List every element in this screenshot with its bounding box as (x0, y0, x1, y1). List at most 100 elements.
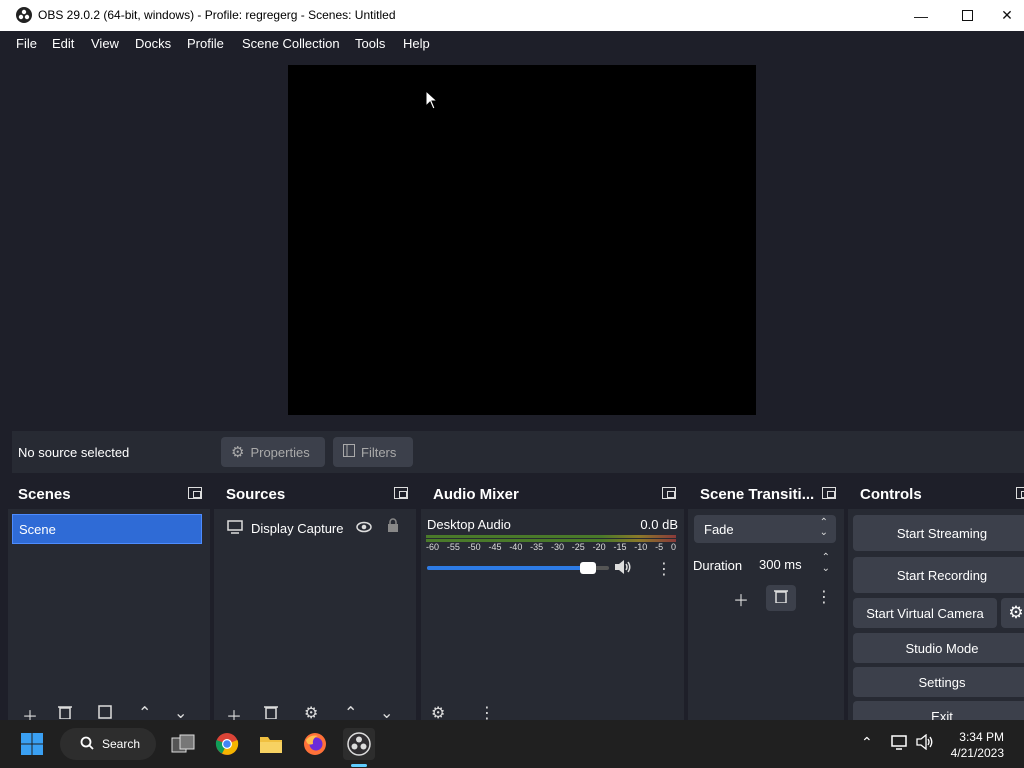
tick-label: -50 (467, 542, 481, 552)
minimize-icon[interactable]: — (898, 0, 944, 31)
obs-taskbar-icon[interactable] (343, 728, 375, 760)
properties-button[interactable]: ⚙ Properties (221, 437, 325, 467)
close-icon[interactable]: ✕ (990, 0, 1024, 31)
menu-profile[interactable]: Profile (187, 36, 224, 51)
window-title: OBS 29.0.2 (64-bit, windows) - Profile: … (38, 8, 396, 22)
duration-value: 300 ms (759, 557, 802, 572)
properties-label: Properties (250, 444, 310, 460)
volume-slider-handle[interactable] (580, 562, 596, 574)
monitor-icon (227, 520, 243, 539)
undock-icon[interactable] (1016, 487, 1024, 499)
undock-icon[interactable] (188, 487, 202, 499)
clock-date: 4/21/2023 (950, 746, 1004, 760)
menu-edit[interactable]: Edit (52, 36, 74, 51)
search-label: Search (102, 737, 141, 751)
tick-label: -25 (571, 542, 585, 552)
active-app-indicator (351, 764, 367, 767)
audio-mixer-header: Audio Mixer (421, 479, 684, 509)
undock-icon[interactable] (822, 487, 836, 499)
remove-transition-button[interactable] (766, 585, 796, 611)
volume-icon[interactable] (916, 733, 934, 755)
tick-label: -40 (509, 542, 523, 552)
chevron-up-icon[interactable]: ⌃ (861, 734, 873, 751)
duration-label: Duration (693, 558, 743, 573)
volume-slider-fill (427, 566, 584, 570)
add-icon[interactable]: ＋ (733, 587, 749, 611)
file-explorer-icon[interactable] (255, 728, 287, 760)
trash-icon (774, 589, 788, 608)
controls-title: Controls (860, 486, 922, 503)
undock-icon[interactable] (394, 487, 408, 499)
mouse-cursor-icon (425, 90, 439, 110)
maximize-icon[interactable] (944, 0, 990, 31)
taskbar-clock[interactable]: 3:34 PM 4/21/2023 (951, 729, 1004, 761)
tick-label: -20 (592, 542, 606, 552)
start-recording-button[interactable]: Start Recording (853, 557, 1024, 593)
menu-docks[interactable]: Docks (135, 36, 171, 51)
spinbox-arrows-icon[interactable]: ⌃ ⌄ (822, 552, 830, 574)
preview-canvas[interactable] (288, 65, 756, 415)
filters-button[interactable]: Filters (333, 437, 413, 467)
sources-dock-header: Sources (214, 479, 416, 509)
taskbar-search[interactable]: Search (60, 728, 156, 760)
firefox-icon[interactable] (299, 728, 331, 760)
menu-tools[interactable]: Tools (355, 36, 385, 51)
scene-item-label: Scene (19, 522, 56, 537)
menu-view[interactable]: View (91, 36, 119, 51)
undock-icon[interactable] (662, 487, 676, 499)
context-bar: No source selected ⚙ Properties Filters (12, 431, 1024, 473)
volume-slider-track[interactable] (427, 562, 609, 574)
tick-label: -60 (426, 542, 440, 552)
tick-label: -35 (530, 542, 544, 552)
eye-icon[interactable] (356, 520, 372, 538)
studio-mode-button[interactable]: Studio Mode (853, 633, 1024, 663)
more-options-icon[interactable]: ⋮ (816, 587, 832, 607)
gear-icon: ⚙ (1008, 603, 1024, 622)
virtual-camera-settings-button[interactable]: ⚙ (1001, 598, 1024, 628)
start-virtual-camera-label: Start Virtual Camera (866, 605, 984, 621)
menu-help[interactable]: Help (403, 36, 430, 51)
start-streaming-button[interactable]: Start Streaming (853, 515, 1024, 551)
sources-title: Sources (226, 486, 286, 503)
obs-logo-icon (16, 7, 32, 23)
desktop-audio-label: Desktop Audio (427, 517, 511, 532)
controls-header: Controls (848, 479, 1024, 509)
tick-label: -30 (550, 542, 564, 552)
lock-icon[interactable] (387, 518, 399, 538)
menu-scene-collection[interactable]: Scene Collection (242, 36, 340, 51)
start-virtual-camera-button[interactable]: Start Virtual Camera (853, 598, 997, 628)
search-icon (80, 736, 94, 753)
scenes-dock: Scenes Scene ＋ ⌃ ⌄ (8, 479, 210, 726)
audio-meter-top (426, 535, 676, 538)
tick-label: -10 (634, 542, 648, 552)
source-item-label: Display Capture (251, 521, 344, 536)
menu-file[interactable]: File (16, 36, 37, 51)
scene-transitions-dock: Scene Transiti... Fade ⌃ ⌄ Duration 300 m… (688, 479, 844, 720)
windows-start-icon[interactable] (16, 728, 48, 760)
controls-dock: Controls Start Streaming Start Recording… (848, 479, 1024, 731)
chrome-icon[interactable] (211, 728, 243, 760)
network-icon[interactable] (891, 734, 909, 755)
source-list-item[interactable]: Display Capture (214, 515, 416, 541)
scene-transitions-title: Scene Transiti... (700, 486, 815, 503)
tick-label: -45 (488, 542, 502, 552)
title-bar: OBS 29.0.2 (64-bit, windows) - Profile: … (0, 0, 1024, 31)
audio-mixer-dock: Audio Mixer Desktop Audio 0.0 dB -60 -55… (421, 479, 684, 722)
tick-label: 0 (670, 542, 676, 552)
menu-bar: File Edit View Docks Profile Scene Colle… (0, 31, 1024, 57)
task-view-icon[interactable] (167, 728, 199, 760)
transition-select-value: Fade (704, 522, 734, 537)
tick-label: -15 (613, 542, 627, 552)
more-options-icon[interactable]: ⋮ (656, 559, 672, 579)
settings-button[interactable]: Settings (853, 667, 1024, 697)
scenes-dock-header: Scenes (8, 479, 210, 509)
sources-dock: Sources Display Capture ＋ ⚙ ⌃ ⌄ (214, 479, 416, 726)
scenes-title: Scenes (18, 486, 71, 503)
filters-label: Filters (361, 444, 397, 460)
transition-select[interactable]: Fade ⌃ ⌄ (694, 515, 836, 543)
duration-spinbox[interactable]: 300 ms ⌃ ⌄ (752, 550, 836, 578)
scene-list-item[interactable]: Scene (12, 514, 202, 544)
taskbar: Search ⌃ 3:34 PM 4/21/2023 (0, 720, 1024, 768)
speaker-icon[interactable] (614, 559, 632, 580)
tick-label: -55 (446, 542, 460, 552)
